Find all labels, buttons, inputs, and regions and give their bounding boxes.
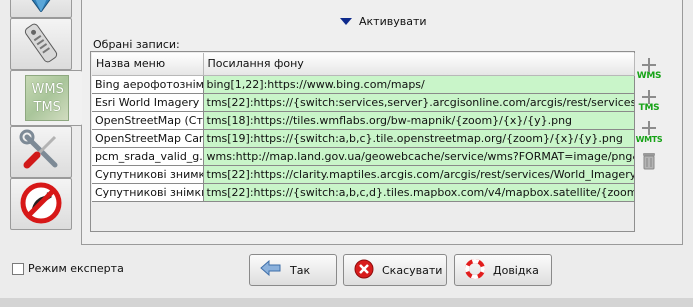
plus-icon: [642, 57, 656, 72]
table-row[interactable]: OpenStreetMap (Ст... tms[18]:https://til…: [92, 111, 635, 130]
back-arrow-icon: [260, 259, 282, 281]
column-header-background-url[interactable]: Посилання фону: [203, 53, 635, 76]
add-tms-button[interactable]: TMS: [636, 86, 662, 116]
help-label: Довідка: [493, 263, 539, 277]
url-cell[interactable]: tms[19]:https://{switch:a,b,c}.tile.open…: [203, 129, 635, 148]
help-button[interactable]: Довідка: [454, 254, 552, 286]
url-cell[interactable]: tms[22]:https://clarity.maptiles.arcgis.…: [203, 165, 635, 184]
url-cell[interactable]: tms[22]:https://{switch:services,server}…: [203, 93, 635, 112]
plus-icon: [642, 120, 656, 135]
url-cell[interactable]: tms[18]:https://tiles.wmflabs.org/bw-map…: [203, 111, 635, 130]
tab-plugins[interactable]: [10, 126, 72, 178]
checkbox-box[interactable]: [12, 262, 24, 275]
menu-name-cell[interactable]: Esri World Imagery: [92, 93, 204, 112]
expert-mode-checkbox[interactable]: Режим експерта: [12, 262, 124, 275]
menu-name-cell[interactable]: pcm_srada_valid_g...: [92, 147, 204, 166]
trash-icon: [641, 150, 657, 173]
tab-map-settings[interactable]: [10, 0, 72, 18]
blue-diamond-icon: [21, 0, 61, 15]
table-row[interactable]: Супутникові знімки... tms[22]:https://{s…: [92, 183, 635, 202]
wrench-screwdriver-icon: [19, 129, 63, 176]
cancel-button[interactable]: Скасувати: [343, 254, 447, 286]
url-cell[interactable]: bing[1,22]:https://www.bing.com/maps/: [203, 75, 635, 94]
tab-imagery[interactable]: WMS TMS: [10, 70, 82, 126]
lifebuoy-icon: [465, 258, 485, 282]
ok-button[interactable]: Так: [249, 254, 337, 286]
ok-label: Так: [290, 263, 311, 277]
table-row[interactable]: pcm_srada_valid_g... wms:http://map.land…: [92, 147, 635, 166]
menu-name-cell[interactable]: OpenStreetMap Car...: [92, 129, 204, 148]
menu-name-cell[interactable]: Супутникові знімки...: [92, 183, 204, 202]
wms-tms-icon: WMS TMS: [24, 75, 69, 121]
remote-control-icon: [21, 21, 61, 68]
add-wmts-button[interactable]: WMTS: [636, 117, 663, 147]
add-wms-button[interactable]: WMS: [636, 54, 662, 84]
selected-entries-table: Назва меню Посилання фону Bing аерофотоз…: [90, 51, 635, 232]
activate-button[interactable]: Активувати: [340, 13, 427, 29]
table-row[interactable]: Esri World Imagery tms[22]:https://{swit…: [92, 93, 635, 112]
column-header-menu-name[interactable]: Назва меню: [92, 53, 204, 76]
delete-button[interactable]: [636, 148, 662, 174]
menu-name-cell[interactable]: Bing аерофотознімки: [92, 75, 204, 94]
triangle-down-icon: [340, 17, 352, 25]
expert-mode-label: Режим експерта: [28, 262, 124, 275]
vertical-tab-strip: WMS TMS: [0, 0, 82, 247]
imagery-panel: Активувати Обрані записи: Назва меню Пос…: [81, 0, 683, 245]
activate-label: Активувати: [359, 14, 427, 28]
cancel-label: Скасувати: [382, 263, 443, 277]
tab-remote[interactable]: [10, 18, 72, 70]
menu-name-cell[interactable]: Супутникові знимк...: [92, 165, 204, 184]
no-entry-icon: [19, 181, 63, 228]
window-bottom-edge: [0, 298, 693, 307]
url-cell[interactable]: wms:http://map.land.gov.ua/geowebcache/s…: [203, 147, 635, 166]
url-cell[interactable]: tms[22]:https://{switch:a,b,c,d}.tiles.m…: [203, 183, 635, 202]
plus-icon: [642, 89, 656, 104]
table-row[interactable]: Супутникові знимк... tms[22]:https://cla…: [92, 165, 635, 184]
selected-entries-label: Обрані записи:: [93, 38, 180, 51]
table-row[interactable]: Bing аерофотознімки bing[1,22]:https://w…: [92, 75, 635, 94]
cancel-icon: [354, 259, 374, 282]
menu-name-cell[interactable]: OpenStreetMap (Ст...: [92, 111, 204, 130]
tab-no-entry[interactable]: [10, 178, 72, 230]
table-row[interactable]: OpenStreetMap Car... tms[19]:https://{sw…: [92, 129, 635, 148]
